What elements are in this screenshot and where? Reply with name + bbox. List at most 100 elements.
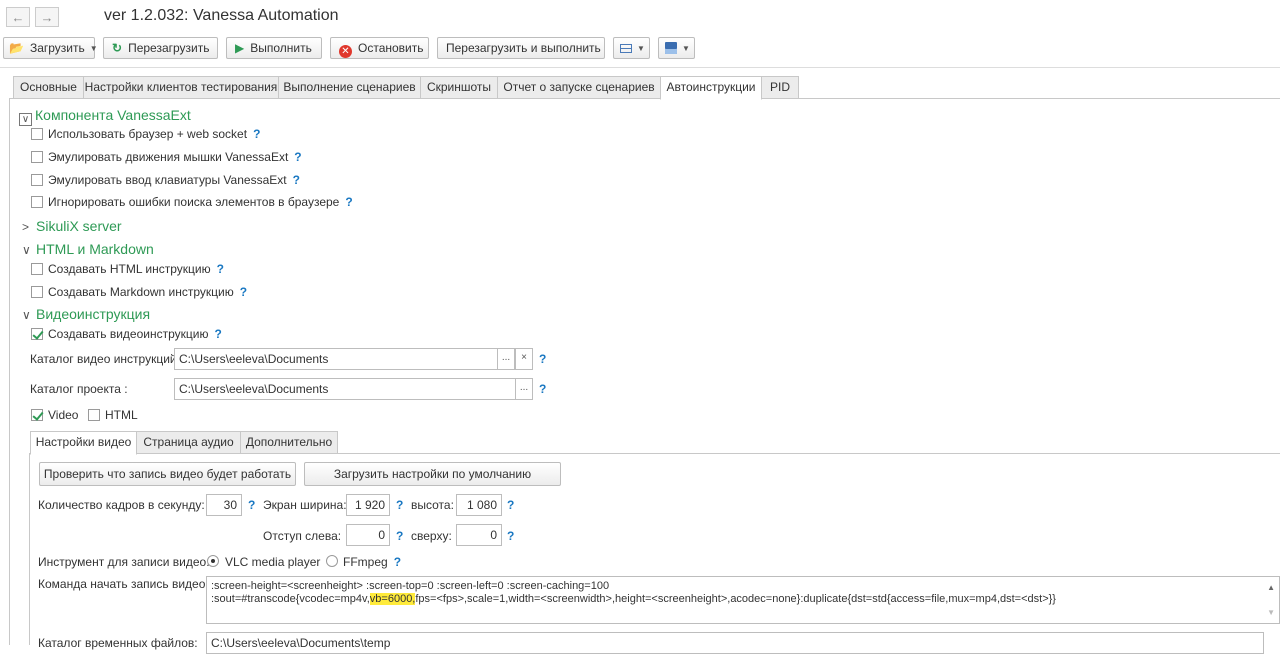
tab-audio-page[interactable]: Страница аудио [136, 431, 241, 454]
run-button[interactable]: ▶ Выполнить [226, 37, 322, 59]
group-sikulix-header[interactable]: > SikuliX server [22, 218, 122, 234]
label-emulate-keyboard: Эмулировать ввод клавиатуры VanessaExt? [48, 173, 300, 187]
help-icon[interactable]: ? [539, 352, 546, 366]
back-button[interactable]: ← [6, 7, 30, 27]
help-icon[interactable]: ? [248, 498, 255, 512]
tab-test-clients[interactable]: Настройки клиентов тестирования [83, 76, 279, 99]
label-temp-catalog: Каталог временных файлов: [38, 636, 198, 650]
chevron-down-icon: ▼ [89, 44, 98, 53]
help-icon[interactable]: ? [396, 498, 403, 512]
help-icon[interactable]: ? [217, 262, 224, 276]
tab-main[interactable]: Основные [13, 76, 84, 99]
help-icon[interactable]: ? [394, 555, 401, 569]
label-emulate-mouse: Эмулировать движения мышки VanessaExt? [48, 150, 302, 164]
tab-additional[interactable]: Дополнительно [240, 431, 338, 454]
video-catalog-input[interactable]: C:\Users\eeleva\Documents [174, 348, 498, 370]
label-vlc: VLC media player [225, 555, 321, 569]
arrow-left-icon: ← [11, 10, 25, 25]
radio-ffmpeg[interactable] [326, 555, 338, 567]
screen-height-input[interactable]: 1 080 [456, 494, 502, 516]
video-catalog-select-button[interactable]: ... [497, 348, 515, 370]
view-menu-button[interactable]: ▼ [613, 37, 650, 59]
help-icon[interactable]: ? [253, 127, 260, 141]
highlighted-bitrate: vb=6000, [369, 593, 416, 605]
group-html-markdown-header[interactable]: ∨ HTML и Markdown [22, 241, 154, 257]
chevron-right-icon: > [22, 220, 30, 234]
reload-and-run-button[interactable]: Перезагрузить и выполнить [437, 37, 605, 59]
help-icon[interactable]: ? [294, 150, 301, 164]
scroll-down-icon[interactable]: ▼ [1267, 606, 1275, 619]
tab-scenario-run[interactable]: Выполнение сценариев [278, 76, 421, 99]
check-recording-button[interactable]: Проверить что запись видео будет работат… [39, 462, 296, 486]
checkbox-create-video[interactable] [31, 328, 43, 340]
help-icon[interactable]: ? [345, 195, 352, 209]
fps-input[interactable]: 30 [206, 494, 242, 516]
checkbox-video[interactable] [31, 409, 43, 421]
help-icon[interactable]: ? [507, 529, 514, 543]
toolbar-divider [0, 67, 1280, 68]
chevron-down-icon: ▼ [682, 44, 690, 53]
help-icon[interactable]: ? [293, 173, 300, 187]
label-create-markdown: Создавать Markdown инструкцию? [48, 285, 248, 299]
help-icon[interactable]: ? [507, 498, 514, 512]
label-start-command: Команда начать запись видео: [38, 577, 209, 591]
tab-pid[interactable]: PID [761, 76, 799, 99]
tab-screenshots[interactable]: Скриншоты [420, 76, 498, 99]
load-button[interactable]: 📂 Загрузить ▼ [3, 37, 98, 59]
checkbox-html[interactable] [88, 409, 100, 421]
project-catalog-select-button[interactable]: ... [515, 378, 533, 400]
chevron-down-icon: ∨ [22, 243, 31, 257]
scroll-up-icon[interactable]: ▲ [1267, 581, 1275, 594]
tab-autoinstructions[interactable]: Автоинструкции [660, 76, 762, 100]
table-icon [620, 44, 632, 53]
tab-run-report[interactable]: Отчет о запуске сценариев [497, 76, 661, 99]
group-video-header[interactable]: ∨ Видеоинструкция [22, 306, 150, 322]
command-line-2: :sout=#transcode{vcodec=mp4v,vb=6000,fps… [211, 593, 1056, 605]
help-icon[interactable]: ? [214, 327, 221, 341]
reload-button[interactable]: ↻ Перезагрузить [103, 37, 218, 59]
label-fps: Количество кадров в секунду: [38, 498, 205, 512]
checkbox-emulate-keyboard[interactable] [31, 174, 43, 186]
label-create-html: Создавать HTML инструкцию? [48, 262, 224, 276]
radio-vlc[interactable] [207, 555, 219, 567]
temp-catalog-input[interactable]: C:\Users\eeleva\Documents\temp [206, 632, 1264, 654]
label-html: HTML [105, 408, 138, 422]
label-video: Video [48, 408, 79, 422]
group-vanessaext-header[interactable]: ∨ Компонента VanessaExt [19, 107, 191, 126]
play-icon: ▶ [235, 41, 245, 55]
label-screen-height: высота: [411, 498, 454, 512]
load-defaults-button[interactable]: Загрузить настройки по умолчанию [304, 462, 561, 486]
checkbox-create-markdown[interactable] [31, 286, 43, 298]
screen-width-input[interactable]: 1 920 [346, 494, 390, 516]
video-catalog-clear-button[interactable]: × [515, 348, 533, 370]
label-ffmpeg: FFmpeg? [343, 555, 402, 569]
checkbox-browser-websocket[interactable] [31, 128, 43, 140]
label-recording-tool: Инструмент для записи видео: [38, 555, 210, 569]
stop-button[interactable]: ✕ Остановить [330, 37, 429, 59]
label-ignore-browser-errors: Игнорировать ошибки поиска элементов в б… [48, 195, 353, 209]
start-command-textarea[interactable]: :screen-height=<screenheight> :screen-to… [206, 576, 1280, 624]
help-icon[interactable]: ? [539, 382, 546, 396]
checkbox-emulate-mouse[interactable] [31, 151, 43, 163]
save-menu-button[interactable]: ▼ [658, 37, 695, 59]
refresh-icon: ↻ [112, 41, 123, 55]
project-catalog-input[interactable]: C:\Users\eeleva\Documents [174, 378, 516, 400]
forward-button[interactable]: → [35, 7, 59, 27]
folder-icon: 📂 [9, 41, 24, 55]
arrow-right-icon: → [40, 10, 54, 25]
offset-left-input[interactable]: 0 [346, 524, 390, 546]
command-line-1: :screen-height=<screenheight> :screen-to… [211, 580, 610, 592]
label-project-catalog: Каталог проекта : [30, 382, 128, 396]
help-icon[interactable]: ? [240, 285, 247, 299]
tab-video-settings[interactable]: Настройки видео [30, 431, 137, 455]
help-icon[interactable]: ? [396, 529, 403, 543]
stop-icon: ✕ [339, 45, 352, 58]
checkbox-ignore-browser-errors[interactable] [31, 196, 43, 208]
checkbox-create-html[interactable] [31, 263, 43, 275]
chevron-down-icon: ▼ [637, 44, 645, 53]
label-create-video: Создавать видеоинструкцию? [48, 327, 222, 341]
save-icon [665, 42, 677, 54]
label-browser-websocket: Использовать браузер + web socket? [48, 127, 261, 141]
offset-top-input[interactable]: 0 [456, 524, 502, 546]
label-video-catalog: Каталог видео инструкций: [30, 352, 180, 366]
